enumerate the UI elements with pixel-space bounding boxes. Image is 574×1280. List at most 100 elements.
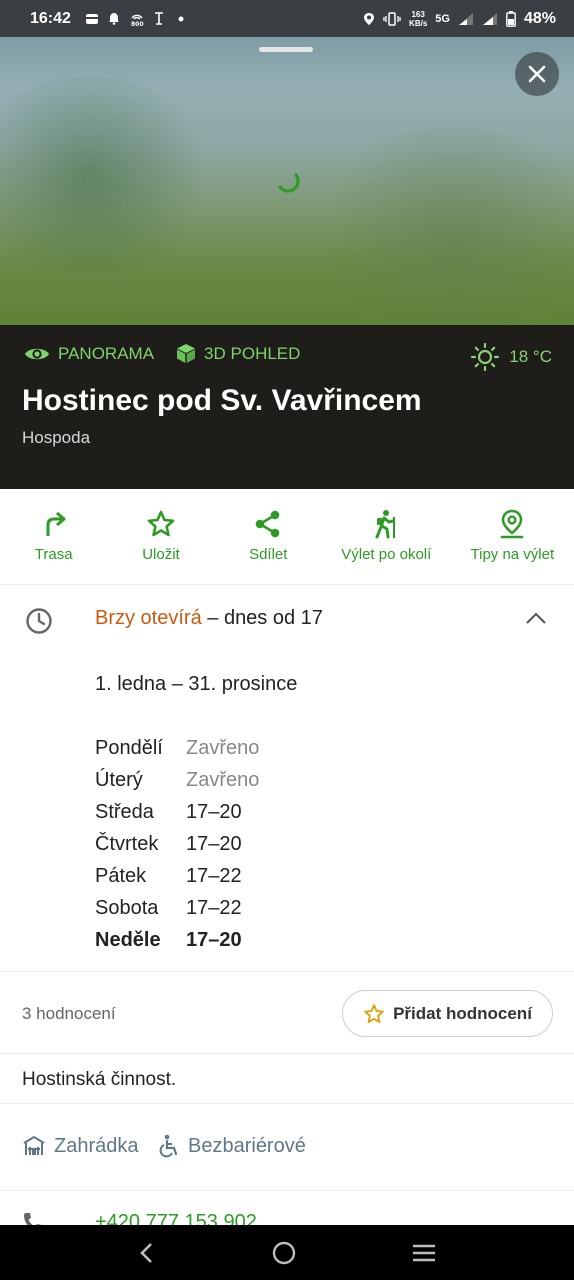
share-label: Sdílet	[249, 546, 288, 563]
add-rating-button[interactable]: Přidat hodnocení	[342, 990, 553, 1037]
garden-icon	[23, 1135, 45, 1155]
wheelchair-icon	[159, 1134, 178, 1158]
opening-hours-section[interactable]: Brzy otevírá – dnes od 17 1. ledna – 31.…	[0, 585, 574, 972]
hotspot-icon: 800	[131, 14, 144, 26]
season-range: 1. ledna – 31. prosince	[95, 673, 298, 695]
place-category: Hospoda	[22, 428, 91, 447]
star-icon	[147, 510, 175, 537]
nearby-trip-button[interactable]: Výlet po okolí	[322, 489, 451, 584]
save-label: Uložit	[142, 546, 180, 563]
day-name: Pondělí	[95, 736, 163, 759]
day-name: Úterý	[95, 768, 143, 791]
notification-icons: 800	[85, 12, 189, 26]
day-name: Neděle	[95, 928, 161, 951]
hours-row: Sobota 17–22	[95, 892, 259, 924]
hours-row: Pátek 17–22	[95, 860, 259, 892]
navigation-bar	[0, 1225, 574, 1280]
photo-blur-shape	[0, 77, 220, 277]
feature-wheelchair: Bezbariérové	[158, 1134, 306, 1158]
phone-icon	[24, 1213, 42, 1225]
3d-view-button[interactable]: 3D POHLED	[176, 343, 300, 364]
menu-icon[interactable]	[411, 1242, 437, 1264]
hours-row: Středa 17–20	[95, 796, 259, 828]
share-icon	[255, 510, 280, 538]
day-hours: 17–22	[186, 864, 242, 887]
route-arrow-icon	[46, 511, 66, 536]
eye-icon	[25, 348, 49, 359]
hours-table: Pondělí Zavřeno Úterý Zavřeno Středa 17–20 …	[95, 732, 259, 956]
speed-value: 163	[411, 9, 425, 19]
route-button[interactable]: Trasa	[0, 489, 107, 584]
speed-unit: KB/s	[409, 18, 428, 28]
trip-tips-label: Tipy na výlet	[470, 546, 555, 563]
hours-row-today: Neděle 17–20	[95, 924, 259, 956]
vibrate-icon	[383, 11, 401, 26]
panorama-button[interactable]: PANORAMA	[24, 344, 154, 364]
bell-icon	[108, 13, 119, 25]
sun-icon	[471, 343, 500, 371]
feature-label: Zahrádka	[54, 1134, 139, 1157]
day-name: Středa	[95, 800, 154, 823]
opening-soon-label: Brzy otevírá	[95, 607, 202, 629]
home-icon[interactable]	[271, 1240, 297, 1266]
day-name: Čtvrtek	[95, 832, 159, 855]
battery-percent: 48%	[523, 9, 556, 27]
share-button[interactable]: Sdílet	[215, 489, 322, 584]
hiker-icon	[375, 510, 396, 539]
clock-icon	[26, 608, 52, 634]
3d-view-label: 3D POHLED	[204, 343, 301, 363]
close-icon	[528, 65, 546, 83]
day-hours: 17–22	[186, 896, 242, 919]
back-icon[interactable]	[137, 1241, 157, 1265]
panorama-label: PANORAMA	[58, 343, 155, 363]
save-button[interactable]: Uložit	[107, 489, 214, 584]
hours-row: Úterý Zavřeno	[95, 764, 259, 796]
description-row: Hostinská činnost.	[0, 1054, 574, 1104]
opening-status: Brzy otevírá – dnes od 17	[95, 607, 323, 630]
description-text: Hostinská činnost.	[22, 1069, 177, 1090]
cube-icon	[177, 344, 196, 363]
phone-number[interactable]: +420 777 153 902	[95, 1211, 257, 1225]
drag-handle[interactable]	[259, 47, 313, 52]
signal-icon	[458, 12, 473, 25]
place-header: PANORAMA 3D POHLED 18 °C Hostinec pod Sv…	[0, 325, 574, 489]
day-hours: Zavřeno	[186, 768, 260, 791]
system-icons: 163 KB/s 5G 48%	[363, 10, 556, 28]
ratings-count[interactable]: 3 hodnocení	[22, 1004, 116, 1024]
place-detail-screen: 16:42 800 163 KB/s 5G 48% PANORAMA 3D PO…	[0, 0, 574, 1280]
action-bar: Trasa Uložit Sdílet Výlet po okolí Tipy …	[0, 489, 574, 585]
network-type: 5G	[435, 12, 450, 25]
day-hours: 17–20	[186, 800, 242, 823]
trip-tips-button[interactable]: Tipy na výlet	[451, 489, 574, 584]
clock-time: 16:42	[30, 9, 71, 27]
location-icon	[364, 12, 375, 25]
feature-label: Bezbariérové	[188, 1134, 306, 1157]
battery-icon	[506, 10, 516, 27]
close-button[interactable]	[515, 52, 559, 96]
day-hours: 17–20	[186, 832, 242, 855]
weather[interactable]: 18 °C	[471, 343, 552, 371]
day-name: Sobota	[95, 896, 159, 919]
hours-row: Čtvrtek 17–20	[95, 828, 259, 860]
map-pin-icon	[501, 509, 524, 539]
chevron-up-icon[interactable]	[525, 611, 547, 625]
feature-garden: Zahrádka	[22, 1134, 139, 1158]
star-outline-icon	[364, 1003, 384, 1023]
nearby-trip-label: Výlet po okolí	[341, 546, 432, 563]
place-photo[interactable]	[0, 37, 574, 325]
network-speed: 163 KB/s	[409, 10, 427, 28]
temperature: 18 °C	[509, 347, 552, 366]
wallet-icon	[85, 13, 98, 24]
opening-today-label: – dnes od 17	[201, 607, 323, 629]
signal-alt-icon	[154, 12, 163, 25]
day-hours: 17–20	[186, 928, 242, 951]
photo-blur-shape	[304, 127, 574, 325]
ratings-section: 3 hodnocení Přidat hodnocení	[0, 972, 574, 1054]
place-title: Hostinec pod Sv. Vavřincem	[22, 384, 422, 417]
view-chips: PANORAMA 3D POHLED	[24, 343, 300, 364]
hours-row: Pondělí Zavřeno	[95, 732, 259, 764]
svg-text:800: 800	[131, 21, 144, 26]
day-name: Pátek	[95, 864, 147, 887]
phone-row[interactable]: +420 777 153 902	[0, 1191, 574, 1225]
signal-icon-2	[482, 12, 497, 25]
